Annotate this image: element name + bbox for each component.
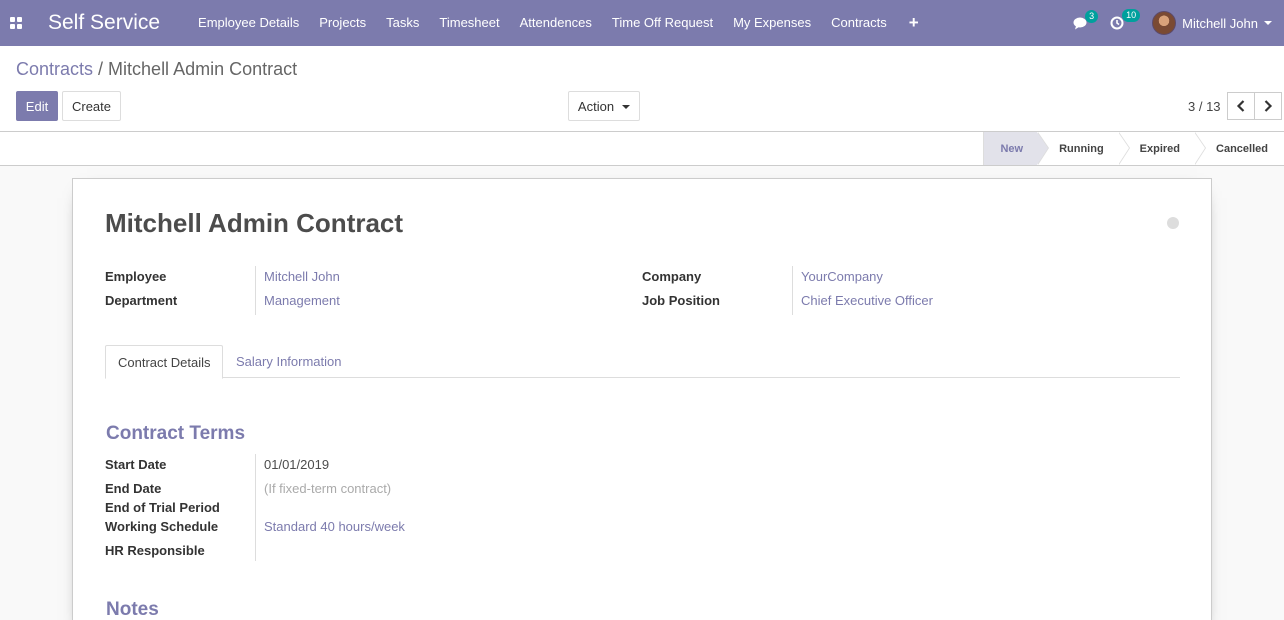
field-divider [792, 266, 793, 315]
pager-value[interactable]: 3 / 13 [1188, 99, 1221, 114]
form-sheet: Mitchell Admin Contract Employee Departm… [72, 178, 1212, 620]
breadcrumb: Contracts / Mitchell Admin Contract [16, 59, 297, 80]
working-schedule-label: Working Schedule [105, 519, 219, 534]
job-position-field[interactable]: Chief Executive Officer [801, 293, 933, 308]
menu-tasks[interactable]: Tasks [376, 0, 429, 46]
breadcrumb-separator: / [98, 59, 104, 79]
department-label: Department [105, 293, 178, 308]
caret-down-icon [1264, 21, 1272, 25]
department-field[interactable]: Management [264, 293, 340, 308]
action-dropdown[interactable]: Action [568, 91, 640, 121]
statusbar: New Running Expired Cancelled [0, 132, 1284, 166]
menu-contracts[interactable]: Contracts [821, 0, 897, 46]
breadcrumb-contracts[interactable]: Contracts [16, 59, 93, 79]
menu-my-expenses[interactable]: My Expenses [723, 0, 821, 46]
hr-responsible-label: HR Responsible [105, 543, 205, 558]
tab-contract-details[interactable]: Contract Details [105, 345, 224, 379]
company-label: Company [642, 269, 702, 284]
chevron-left-icon [1236, 100, 1245, 112]
tab-salary-information[interactable]: Salary Information [224, 345, 354, 378]
job-position-label: Job Position [642, 293, 720, 308]
end-date-label: End Date [105, 481, 162, 496]
add-menu-icon[interactable]: + [897, 0, 931, 46]
field-divider [255, 266, 256, 315]
user-name: Mitchell John [1182, 15, 1258, 31]
messages-badge: 3 [1085, 9, 1099, 23]
caret-down-icon [622, 104, 631, 109]
avatar [1152, 11, 1177, 35]
stage-new[interactable]: New [983, 132, 1049, 165]
edit-button[interactable]: Edit [16, 91, 58, 121]
stage-running[interactable]: Running [1037, 132, 1130, 165]
activities-badge: 10 [1122, 9, 1141, 22]
control-panel: Contracts / Mitchell Admin Contract Edit C… [0, 46, 1284, 132]
breadcrumb-current: Mitchell Admin Contract [108, 59, 298, 79]
kanban-state-icon[interactable] [1167, 217, 1179, 229]
stage-cancelled[interactable]: Cancelled [1194, 132, 1284, 165]
stage-bar: New Running Expired Cancelled [983, 132, 1284, 165]
menu-time-off-request[interactable]: Time Off Request [602, 0, 723, 46]
field-divider [255, 454, 256, 561]
menu-timesheet[interactable]: Timesheet [429, 0, 509, 46]
apps-menu-icon[interactable] [0, 0, 32, 46]
messages-button[interactable]: 3 [1073, 9, 1099, 30]
trial-end-label: End of Trial Period [105, 500, 220, 515]
menu-employee-details[interactable]: Employee Details [188, 0, 309, 46]
menu-projects[interactable]: Projects [309, 0, 376, 46]
company-field[interactable]: YourCompany [801, 269, 883, 284]
form-tabs: Contract Details Salary Information [105, 345, 1180, 379]
user-menu[interactable]: Mitchell John [1152, 11, 1272, 35]
start-date-label: Start Date [105, 457, 167, 472]
pager-next-button[interactable] [1254, 92, 1282, 120]
main-menu: Employee Details Projects Tasks Timeshee… [188, 0, 931, 46]
section-notes: Notes [106, 599, 159, 620]
contract-title[interactable]: Mitchell Admin Contract [105, 208, 403, 239]
top-navbar: Self Service Employee Details Projects T… [0, 0, 1284, 46]
end-date-field[interactable]: (If fixed-term contract) [264, 481, 391, 496]
employee-field[interactable]: Mitchell John [264, 269, 340, 284]
menu-attendences[interactable]: Attendences [510, 0, 602, 46]
pager-previous-button[interactable] [1227, 92, 1255, 120]
activities-button[interactable]: 10 [1110, 9, 1141, 30]
section-contract-terms: Contract Terms [106, 423, 246, 444]
create-button[interactable]: Create [62, 91, 121, 121]
chevron-right-icon [1264, 100, 1273, 112]
working-schedule-field[interactable]: Standard 40 hours/week [264, 519, 405, 534]
action-label: Action [577, 98, 615, 114]
start-date-field[interactable]: 01/01/2019 [264, 457, 329, 472]
app-brand[interactable]: Self Service [48, 11, 160, 35]
employee-label: Employee [105, 269, 167, 284]
